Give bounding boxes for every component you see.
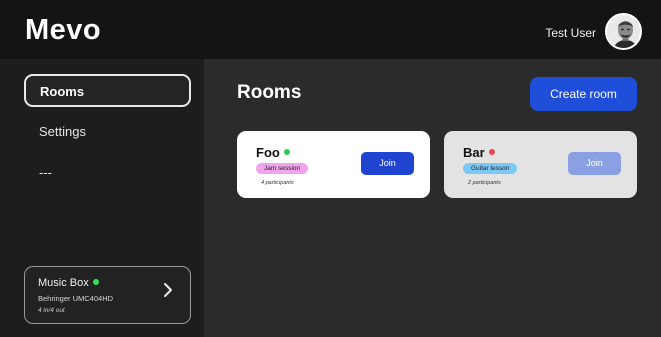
device-name: Music Box <box>38 277 89 289</box>
create-room-button[interactable]: Create room <box>530 77 637 111</box>
room-name: Bar <box>463 145 485 160</box>
device-name-row: Music Box <box>38 277 99 289</box>
room-participants: 2 participants <box>468 180 501 186</box>
device-model: Behringer UMC404HD <box>38 294 114 303</box>
join-room-button[interactable]: Join <box>361 152 414 175</box>
room-status-dot <box>488 149 495 155</box>
join-room-button[interactable]: Join <box>568 152 621 175</box>
app-logo: Mevo <box>25 14 102 46</box>
sidebar-item-rooms[interactable]: Rooms <box>24 74 191 107</box>
top-bar: Mevo Test User <box>0 0 661 59</box>
device-card[interactable]: Music Box Behringer UMC404HD 4 in/4 out <box>24 266 191 324</box>
page-title: Rooms <box>237 82 302 103</box>
room-card[interactable]: Bar Guitar lesson 2 participants Join <box>444 131 637 198</box>
room-name-row: Bar <box>463 145 495 160</box>
user-name[interactable]: Test User <box>545 26 596 40</box>
sidebar-item-placeholder[interactable]: --- <box>24 156 191 189</box>
room-name: Foo <box>256 145 280 160</box>
room-name-row: Foo <box>256 145 290 160</box>
room-card[interactable]: Foo Jam session 4 participants Join <box>237 131 430 198</box>
sidebar-item-label: --- <box>39 165 52 180</box>
chevron-right-icon[interactable] <box>163 282 173 304</box>
room-tag: Jam session <box>256 163 309 174</box>
sidebar-item-settings[interactable]: Settings <box>24 115 191 148</box>
user-avatar[interactable] <box>605 13 642 50</box>
device-io: 4 in/4 out <box>38 307 65 314</box>
sidebar-item-label: Settings <box>39 124 86 139</box>
sidebar-item-label: Rooms <box>40 84 85 99</box>
room-status-dot <box>283 149 290 155</box>
user-portrait-icon <box>607 15 640 48</box>
room-participants: 4 participants <box>261 180 294 186</box>
room-tag: Guitar lesson <box>463 163 518 174</box>
device-status-dot <box>92 279 99 285</box>
